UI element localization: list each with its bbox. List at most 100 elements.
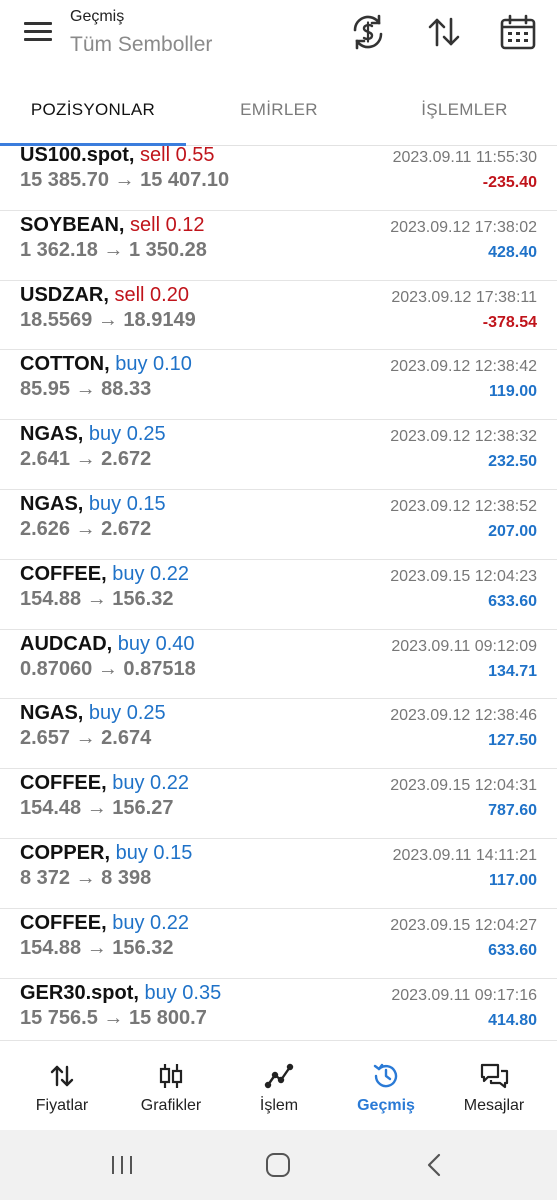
symbol-line: COPPER, buy 0.15 — [20, 842, 192, 865]
trade-side-volume: buy 0.25 — [88, 702, 166, 725]
timestamp: 2023.09.11 09:17:16 — [391, 986, 537, 1004]
profit-value: 787.60 — [488, 802, 537, 820]
symbol-line: COFFEE, buy 0.22 — [20, 912, 189, 935]
timestamp: 2023.09.12 12:38:42 — [390, 358, 537, 376]
price-range: 2.657 → 2.674 — [20, 727, 152, 750]
timestamp: 2023.09.12 12:38:32 — [390, 428, 537, 446]
profit-value: -378.54 — [482, 313, 537, 331]
profit-value: 414.80 — [488, 1011, 537, 1029]
messages-icon — [480, 1063, 509, 1089]
nav-quotes[interactable]: Fiyatlar — [12, 1061, 112, 1115]
price-range: 2.641 → 2.672 — [20, 448, 152, 471]
price-range: 15 756.5 → 15 800.7 — [20, 1006, 207, 1029]
trade-line-icon — [264, 1063, 294, 1089]
tab-bar: POZİSYONLAR EMİRLER İŞLEMLER — [0, 72, 557, 146]
price-range: 18.5569 → 18.9149 — [20, 308, 196, 331]
calendar-icon[interactable] — [498, 12, 538, 52]
price-range: 2.626 → 2.672 — [20, 517, 152, 540]
trade-side-volume: buy 0.40 — [117, 632, 195, 655]
position-row[interactable]: COPPER, buy 0.15 8 372 → 8 398 2023.09.11 … — [0, 839, 557, 909]
position-row[interactable]: COFFEE, buy 0.22 154.48 → 156.27 2023.09.1… — [0, 769, 557, 839]
symbol-name: GER30.spot, — [20, 981, 139, 1004]
symbol-line: COFFEE, buy 0.22 — [20, 563, 189, 586]
trade-side-volume: buy 0.35 — [144, 981, 222, 1004]
timestamp: 2023.09.11 09:12:09 — [391, 637, 537, 655]
symbol-name: COTTON, — [20, 353, 110, 376]
bottom-navigation: Fiyatlar Grafikler İşlem Geçmiş Mesajlar — [0, 1040, 557, 1130]
position-row[interactable]: GER30.spot, buy 0.35 15 756.5 → 15 800.7 2… — [0, 979, 557, 1049]
profit-value: 428.40 — [488, 243, 537, 261]
symbol-name: COFFEE, — [20, 911, 107, 934]
nav-trade[interactable]: İşlem — [229, 1061, 329, 1115]
tab-orders[interactable]: EMİRLER — [186, 100, 372, 120]
position-row[interactable]: COFFEE, buy 0.22 154.88 → 156.32 2023.09.1… — [0, 909, 557, 979]
price-range: 154.88 → 156.32 — [20, 587, 174, 610]
symbol-name: USDZAR, — [20, 283, 109, 306]
profit-value: 232.50 — [488, 453, 537, 471]
timestamp: 2023.09.12 12:38:46 — [390, 707, 537, 725]
trade-side-volume: sell 0.55 — [140, 144, 215, 166]
price-range: 154.48 → 156.27 — [20, 797, 174, 820]
symbol-name: COFFEE, — [20, 772, 107, 795]
profit-value: -235.40 — [482, 174, 537, 191]
trade-side-volume: buy 0.15 — [115, 841, 193, 864]
price-range: 154.88 → 156.32 — [20, 936, 174, 959]
position-row[interactable]: AUDCAD, buy 0.40 0.87060 → 0.87518 2023.09… — [0, 630, 557, 700]
symbol-line: SOYBEAN, sell 0.12 — [20, 214, 205, 237]
nav-messages[interactable]: Mesajlar — [444, 1061, 544, 1115]
position-row[interactable]: US100.spot, sell 0.55 15 385.70 → 15 407.… — [0, 141, 557, 211]
price-range: 85.95 → 88.33 — [20, 378, 152, 401]
trade-side-volume: sell 0.12 — [130, 213, 205, 236]
tab-positions[interactable]: POZİSYONLAR — [0, 100, 186, 120]
position-row[interactable]: COTTON, buy 0.10 85.95 → 88.33 2023.09.12 … — [0, 350, 557, 421]
trade-side-volume: buy 0.22 — [112, 911, 189, 934]
profit-value: 633.60 — [488, 941, 537, 959]
sort-icon[interactable] — [424, 12, 464, 52]
trade-side-volume: buy 0.15 — [88, 492, 166, 515]
tab-deals[interactable]: İŞLEMLER — [372, 100, 557, 120]
currency-sync-icon[interactable] — [348, 12, 388, 52]
symbol-line: NGAS, buy 0.15 — [20, 493, 166, 516]
nav-label: Mesajlar — [463, 1097, 525, 1114]
position-row[interactable]: COFFEE, buy 0.22 154.88 → 156.32 2023.09.1… — [0, 560, 557, 630]
trade-side-volume: buy 0.25 — [88, 423, 166, 446]
candlestick-chart-icon — [159, 1064, 183, 1088]
menu-icon[interactable] — [22, 19, 54, 47]
nav-history[interactable]: Geçmiş — [336, 1061, 436, 1115]
positions-list: US100.spot, sell 0.55 15 385.70 → 15 407.… — [0, 141, 557, 1049]
position-row[interactable]: SOYBEAN, sell 0.12 1 362.18 → 1 350.28 202… — [0, 211, 557, 281]
timestamp: 2023.09.12 12:38:52 — [390, 497, 537, 515]
position-row[interactable]: NGAS, buy 0.25 2.641 → 2.672 2023.09.12 12… — [0, 420, 557, 490]
timestamp: 2023.09.11 11:55:30 — [392, 149, 537, 166]
price-range: 15 385.70 → 15 407.10 — [20, 169, 230, 191]
top-app-bar: Geçmiş Tüm Semboller — [0, 0, 557, 72]
position-row[interactable]: NGAS, buy 0.25 2.657 → 2.674 2023.09.12 12… — [0, 699, 557, 770]
nav-label: Fiyatlar — [35, 1097, 89, 1114]
symbol-line: AUDCAD, buy 0.40 — [20, 633, 195, 656]
symbol-line: NGAS, buy 0.25 — [20, 702, 166, 725]
app-root: Geçmiş Tüm Semboller POZİSYONLAR EMİRLER… — [0, 0, 557, 1200]
symbol-name: COFFEE, — [20, 562, 107, 585]
home-icon[interactable] — [258, 1150, 298, 1180]
position-row[interactable]: USDZAR, sell 0.20 18.5569 → 18.9149 2023.0… — [0, 281, 557, 351]
page-title: Geçmiş — [70, 8, 125, 25]
symbol-name: AUDCAD, — [20, 632, 113, 655]
timestamp: 2023.09.12 17:38:02 — [390, 218, 537, 236]
symbol-line: GER30.spot, buy 0.35 — [20, 982, 221, 1005]
nav-charts[interactable]: Grafikler — [121, 1061, 221, 1115]
symbol-filter[interactable]: Tüm Semboller — [70, 33, 212, 57]
symbol-name: SOYBEAN, — [20, 213, 125, 236]
timestamp: 2023.09.15 12:04:31 — [390, 777, 537, 795]
symbol-name: NGAS, — [20, 423, 84, 446]
symbol-line: NGAS, buy 0.25 — [20, 423, 166, 446]
recent-apps-icon[interactable] — [102, 1150, 142, 1180]
timestamp: 2023.09.12 17:38:11 — [391, 288, 537, 306]
back-icon[interactable] — [414, 1150, 454, 1180]
symbol-line: US100.spot, sell 0.55 — [20, 144, 215, 167]
trade-side-volume: buy 0.22 — [112, 772, 189, 795]
profit-value: 207.00 — [488, 522, 537, 540]
position-row[interactable]: NGAS, buy 0.15 2.626 → 2.672 2023.09.12 12… — [0, 490, 557, 560]
symbol-line: COTTON, buy 0.10 — [20, 353, 192, 376]
timestamp: 2023.09.11 14:11:21 — [392, 846, 537, 864]
profit-value: 127.50 — [488, 732, 537, 750]
